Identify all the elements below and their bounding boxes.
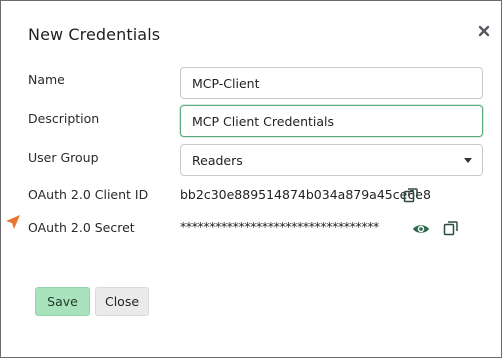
close-icon[interactable] [476,23,492,39]
eye-icon[interactable] [412,221,429,237]
new-credentials-dialog: New Credentials Name Description User Gr… [0,0,502,358]
copy-icon[interactable] [443,220,459,236]
copy-icon[interactable] [403,187,419,203]
client-id-value: bb2c30e889514874b034a879a45ce6e8 [180,187,431,202]
save-button[interactable]: Save [35,287,90,316]
secret-value: ********************************** [180,219,379,234]
close-button[interactable]: Close [95,287,149,316]
description-label: Description [28,111,100,126]
dialog-title: New Credentials [28,25,161,44]
client-id-label: OAuth 2.0 Client ID [28,187,149,202]
user-group-select[interactable]: Readers [180,144,483,176]
pointer-marker-icon [5,214,21,230]
user-group-label: User Group [28,150,99,165]
description-field[interactable] [180,105,483,137]
user-group-selected-value: Readers [192,153,243,168]
name-field[interactable] [180,67,483,99]
chevron-down-icon [464,158,472,163]
name-label: Name [28,72,65,87]
secret-label: OAuth 2.0 Secret [28,220,135,235]
